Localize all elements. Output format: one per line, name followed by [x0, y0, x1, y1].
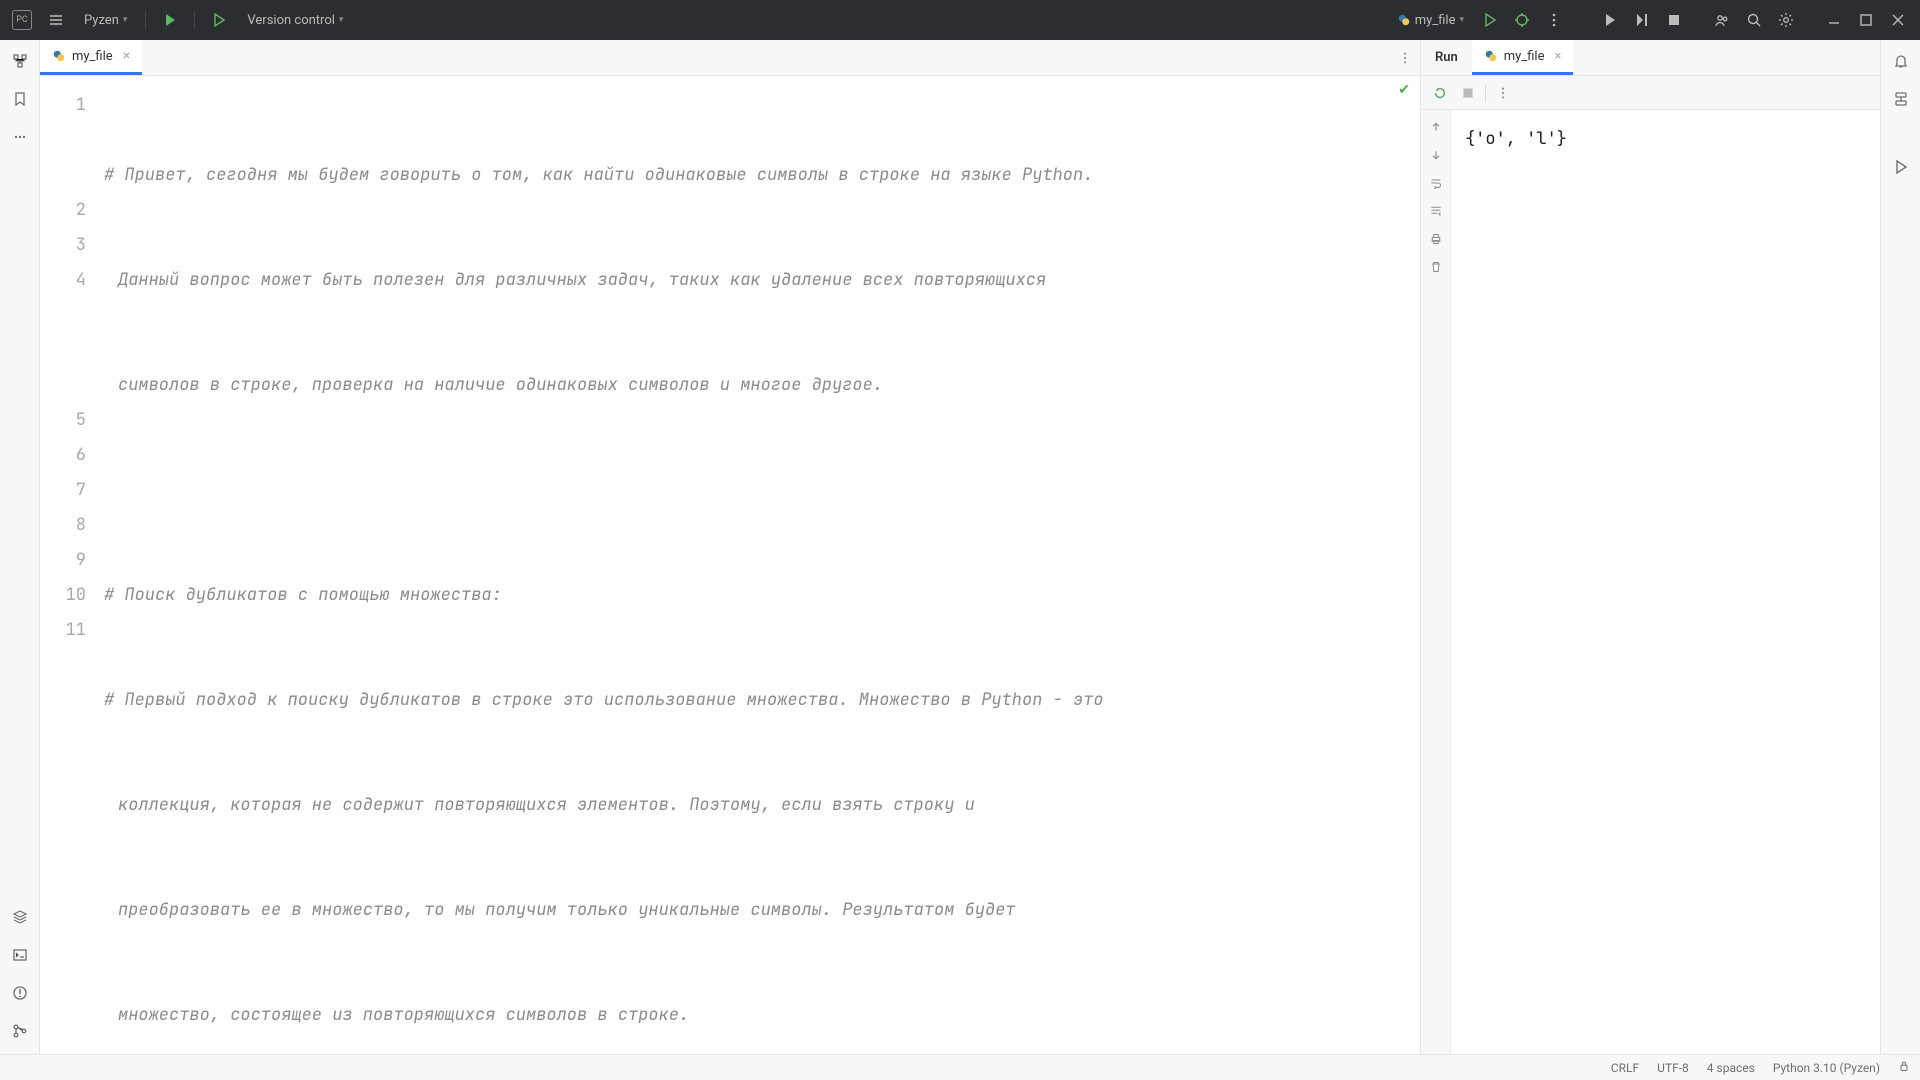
python-icon [1484, 49, 1498, 63]
run-menu-icon[interactable] [1490, 80, 1516, 106]
code-comment: # Первый подход к поиску дубликатов в ст… [104, 689, 1114, 711]
debug-run-icon[interactable] [205, 6, 233, 34]
editor-tabs: my_file × [40, 40, 1420, 76]
soft-wrap-icon[interactable] [1425, 172, 1447, 194]
main-content: my_file × ✔ 1 . . 2 3 4 . . . 5 6 7 [0, 40, 1920, 1054]
editor-body[interactable]: ✔ 1 . . 2 3 4 . . . 5 6 7 8 9 10 11 # Пр… [40, 76, 1420, 1054]
chevron-down-icon: ▾ [339, 15, 344, 25]
left-tool-stripe [0, 40, 40, 1054]
layers-icon[interactable] [7, 904, 33, 930]
editor-tab-active[interactable]: my_file × [40, 40, 142, 75]
more-actions-icon[interactable] [1540, 6, 1568, 34]
bookmarks-icon[interactable] [7, 86, 33, 112]
trash-icon[interactable] [1425, 256, 1447, 278]
run-configuration[interactable]: my_file ▾ [1389, 11, 1472, 30]
run-tab-label: my_file [1504, 49, 1545, 64]
code-comment: # Привет, сегодня мы будем говорить о то… [104, 164, 1104, 186]
project-selector[interactable]: Pyzen ▾ [76, 13, 135, 28]
down-arrow-icon[interactable] [1425, 144, 1447, 166]
settings-icon[interactable] [1772, 6, 1800, 34]
code-comment: коллекция, которая не содержит повторяющ… [118, 794, 985, 816]
output-line: {'o', 'l'} [1465, 128, 1866, 150]
python-icon [52, 49, 66, 63]
problems-icon[interactable] [7, 980, 33, 1006]
close-tab-icon[interactable]: × [123, 48, 130, 64]
status-indent[interactable]: 4 spaces [1707, 1061, 1755, 1075]
tabs-menu-icon[interactable] [1390, 40, 1420, 75]
run-icon[interactable] [156, 6, 184, 34]
right-tool-stripe [1880, 40, 1920, 1054]
code-comment: # Поиск дубликатов с помощью множества: [104, 584, 502, 606]
run-panel: Run my_file × [1420, 40, 1880, 1054]
run-output[interactable]: {'o', 'l'} [1451, 110, 1880, 1054]
code-comment: символов в строке, проверка на наличие о… [118, 374, 883, 396]
separator [194, 10, 195, 30]
python-icon [1397, 13, 1411, 27]
search-everywhere-icon[interactable] [1740, 6, 1768, 34]
vcs-label: Version control [247, 13, 335, 28]
gutter: 1 . . 2 3 4 . . . 5 6 7 8 9 10 11 [40, 76, 96, 1054]
git-icon[interactable] [7, 1018, 33, 1044]
status-interpreter[interactable]: Python 3.10 (Pyzen) [1773, 1061, 1880, 1075]
more-icon[interactable] [7, 124, 33, 150]
structure-icon[interactable] [7, 48, 33, 74]
code-comment: множество, состоящее из повторяющихся си… [118, 1004, 689, 1026]
print-icon[interactable] [1425, 228, 1447, 250]
code-comment: преобразовать ее в множество, то мы полу… [118, 899, 1026, 921]
project-name: Pyzen [84, 13, 119, 28]
run-header: Run my_file × [1421, 40, 1880, 76]
scroll-to-end-icon[interactable] [1425, 200, 1447, 222]
run-toolbar [1421, 76, 1880, 110]
run-tab-active[interactable]: my_file × [1472, 40, 1574, 75]
code-comment: Данный вопрос может быть полезен для раз… [118, 269, 1056, 291]
run-title: Run [1421, 40, 1472, 75]
code-area[interactable]: # Привет, сегодня мы будем говорить о то… [96, 76, 1420, 1054]
notifications-icon[interactable] [1888, 48, 1914, 74]
chevron-down-icon: ▾ [123, 15, 128, 25]
run-tool-icon[interactable] [1888, 154, 1914, 180]
tab-label: my_file [72, 49, 113, 64]
editor-column: my_file × ✔ 1 . . 2 3 4 . . . 5 6 7 [40, 40, 1420, 1054]
stop-icon[interactable] [1660, 6, 1688, 34]
status-line-separator[interactable]: CRLF [1611, 1061, 1639, 1075]
maximize-icon[interactable] [1852, 6, 1880, 34]
database-icon[interactable] [1888, 86, 1914, 112]
minimize-icon[interactable] [1820, 6, 1848, 34]
run-config-name: my_file [1415, 13, 1456, 28]
main-menu-icon[interactable] [42, 6, 70, 34]
app-logo[interactable]: PC [8, 6, 36, 34]
run-side-tools [1421, 110, 1451, 1054]
debug-button[interactable] [1508, 6, 1536, 34]
status-encoding[interactable]: UTF-8 [1657, 1061, 1689, 1075]
chevron-down-icon: ▾ [1459, 15, 1464, 25]
terminal-icon[interactable] [7, 942, 33, 968]
play-icon[interactable] [1596, 6, 1624, 34]
stop-run-icon[interactable] [1455, 80, 1481, 106]
run-button[interactable] [1476, 6, 1504, 34]
code-with-me-icon[interactable] [1708, 6, 1736, 34]
version-control-button[interactable]: Version control ▾ [239, 13, 351, 28]
rerun-icon[interactable] [1427, 80, 1453, 106]
separator [145, 10, 146, 30]
close-tab-icon[interactable]: × [1554, 49, 1561, 64]
titlebar: PC Pyzen ▾ Version control ▾ my_file ▾ [0, 0, 1920, 40]
step-icon[interactable] [1628, 6, 1656, 34]
close-window-icon[interactable] [1884, 6, 1912, 34]
up-arrow-icon[interactable] [1425, 116, 1447, 138]
lock-icon[interactable] [1898, 1060, 1910, 1075]
statusbar: CRLF UTF-8 4 spaces Python 3.10 (Pyzen) [0, 1054, 1920, 1080]
